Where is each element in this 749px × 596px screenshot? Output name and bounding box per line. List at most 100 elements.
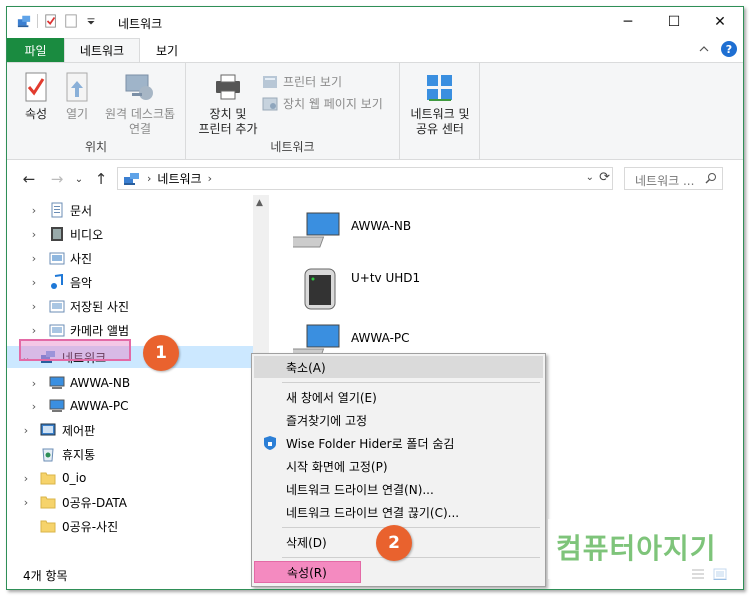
expand-chevron-icon[interactable]: › — [29, 252, 39, 265]
menu-item-wise-folder-hider[interactable]: Wise Folder Hider로 폴더 숨김 — [254, 432, 543, 454]
tree-item-videos[interactable]: › 비디오 — [7, 223, 253, 245]
tree-item-label: 0공유-사진 — [62, 519, 119, 534]
view-printers-button[interactable]: 프린터 보기 — [262, 73, 342, 90]
add-devices-printers-button[interactable]: 장치 및 프린터 추가 — [192, 71, 264, 137]
network-group-title: 네트워크 — [270, 140, 315, 154]
quick-access-toolbar — [17, 14, 98, 28]
open-icon — [66, 72, 88, 102]
view-printers-label: 프린터 보기 — [283, 75, 343, 89]
menu-item-label: 삭제(D) — [286, 535, 327, 550]
view-device-webpage-button[interactable]: 장치 웹 페이지 보기 — [262, 95, 383, 112]
menu-item-pin-start[interactable]: 시작 화면에 고정(P) — [254, 455, 543, 477]
tree-item-saved-pictures[interactable]: › 저장된 사진 — [7, 295, 253, 317]
menu-item-map-network-drive[interactable]: 네트워크 드라이브 연결(N)... — [254, 478, 543, 500]
minimize-button[interactable]: ─ — [605, 7, 651, 37]
tab-file[interactable]: 파일 — [7, 38, 64, 62]
tree-item-awwa-nb[interactable]: › AWWA-NB — [7, 372, 253, 394]
tree-item-camera-roll[interactable]: › 카메라 앨범 — [7, 319, 253, 341]
network-item-highlight — [19, 339, 131, 361]
tree-item-label: 저장된 사진 — [70, 299, 130, 314]
folder-icon — [40, 472, 56, 485]
view-device-webpage-label: 장치 웹 페이지 보기 — [283, 97, 383, 111]
menu-separator — [282, 557, 540, 558]
new-folder-qat-icon[interactable] — [64, 14, 78, 28]
tree-item-control-panel[interactable]: › 제어판 — [7, 419, 253, 441]
tree-item-pictures[interactable]: › 사진 — [7, 247, 253, 269]
tree-item-awwa-pc[interactable]: › AWWA-PC — [7, 395, 253, 417]
qat-dropdown-icon[interactable] — [84, 14, 98, 28]
search-icon — [705, 173, 716, 184]
tree-item-recycle-bin[interactable]: 휴지통 — [7, 443, 253, 465]
expand-chevron-icon[interactable]: › — [29, 228, 39, 241]
step-badge-1: 1 — [143, 335, 179, 371]
menu-separator — [282, 527, 540, 528]
remote-desktop-icon — [125, 74, 153, 100]
help-icon[interactable]: ? — [721, 41, 737, 57]
network-item-label: U+tv UHD1 — [351, 271, 421, 285]
menu-item-disconnect-network-drive[interactable]: 네트워크 드라이브 연결 끊기(C)... — [254, 501, 543, 523]
title-bar: 네트워크 ─ ☐ ✕ — [7, 7, 743, 37]
expand-chevron-icon[interactable]: › — [29, 377, 39, 390]
search-box[interactable]: 네트워크 ... — [624, 167, 723, 190]
maximize-button[interactable]: ☐ — [651, 7, 697, 37]
menu-item-pin-quick-access[interactable]: 즐겨찾기에 고정 — [254, 409, 543, 431]
menu-item-open-new-window[interactable]: 새 창에서 열기(E) — [254, 386, 543, 408]
forward-button[interactable]: → — [47, 169, 67, 189]
remote-desktop-button[interactable]: 원격 데스크톱 연결 — [99, 71, 181, 137]
folder-icon — [40, 520, 56, 533]
tab-network[interactable]: 네트워크 — [64, 38, 140, 62]
tree-item-label: 음악 — [70, 275, 93, 290]
wise-folder-hider-icon — [264, 436, 276, 450]
scroll-up-icon[interactable]: ▲ — [256, 198, 263, 208]
computer-icon — [49, 376, 65, 389]
up-button[interactable]: ↑ — [91, 169, 111, 189]
tree-item-label: 사진 — [70, 251, 93, 266]
properties-button[interactable]: 속성 — [15, 71, 57, 122]
network-item-label: AWWA-PC — [351, 331, 410, 345]
network-item-uplus-tv[interactable]: U+tv UHD1 — [301, 267, 420, 311]
properties-qat-icon[interactable] — [44, 14, 58, 28]
expand-chevron-icon[interactable]: › — [29, 276, 39, 289]
folder-icon — [40, 496, 56, 509]
expand-chevron-icon[interactable]: › — [29, 204, 39, 217]
expand-chevron-icon[interactable]: › — [29, 300, 39, 313]
breadcrumb-chevron-icon[interactable]: › — [147, 172, 151, 185]
network-item-awwa-nb[interactable]: AWWA-NB — [293, 211, 411, 255]
tree-item-music[interactable]: › 음악 — [7, 271, 253, 293]
remote-desktop-label-2: 연결 — [128, 122, 152, 136]
open-button[interactable]: 열기 — [59, 71, 95, 122]
network-sharing-center-button[interactable]: 네트워크 및 공유 센터 — [404, 71, 476, 137]
expand-chevron-icon[interactable]: › — [29, 400, 39, 413]
recent-locations-button[interactable]: ⌄ — [69, 169, 89, 189]
expand-chevron-icon[interactable]: › — [21, 424, 31, 437]
properties-icon — [25, 72, 47, 102]
pictures-icon — [49, 252, 65, 265]
breadcrumb-end-chevron-icon[interactable]: › — [208, 172, 212, 185]
watermark: 컴퓨터아지기 — [548, 519, 743, 579]
tree-item-documents[interactable]: › 문서 — [7, 199, 253, 221]
menu-item-collapse[interactable]: 축소(A) — [254, 356, 543, 378]
refresh-icon[interactable]: ⟳ — [599, 170, 610, 185]
tree-item-label: 0공유-DATA — [62, 495, 127, 510]
tree-item-folder-0io[interactable]: › 0_io — [7, 467, 253, 489]
device-webpage-icon — [262, 97, 278, 110]
expand-chevron-icon[interactable]: › — [29, 324, 39, 337]
breadcrumb-network[interactable]: 네트워크 — [157, 170, 201, 187]
expand-chevron-icon[interactable]: › — [21, 496, 31, 509]
saved-pictures-icon — [49, 300, 65, 313]
network-sharing-label-2: 공유 센터 — [416, 122, 464, 136]
network-location-icon — [124, 172, 139, 185]
tab-view[interactable]: 보기 — [140, 38, 194, 62]
item-count: 4개 항목 — [23, 569, 68, 583]
close-button[interactable]: ✕ — [697, 7, 743, 37]
tree-item-folder-share-data[interactable]: › 0공유-DATA — [7, 491, 253, 513]
address-dropdown-icon[interactable]: ⌄ — [586, 172, 594, 183]
search-placeholder: 네트워크 ... — [635, 174, 695, 188]
expand-chevron-icon[interactable]: › — [21, 472, 31, 485]
address-bar[interactable]: › 네트워크 › ⌄ ⟳ — [117, 167, 613, 190]
collapse-ribbon-icon[interactable] — [699, 44, 709, 54]
tree-item-label: 휴지통 — [62, 447, 96, 462]
menu-item-properties[interactable]: 속성(R) — [254, 561, 361, 583]
back-button[interactable]: ← — [19, 169, 39, 189]
tree-item-folder-share-photos[interactable]: 0공유-사진 — [7, 515, 253, 537]
